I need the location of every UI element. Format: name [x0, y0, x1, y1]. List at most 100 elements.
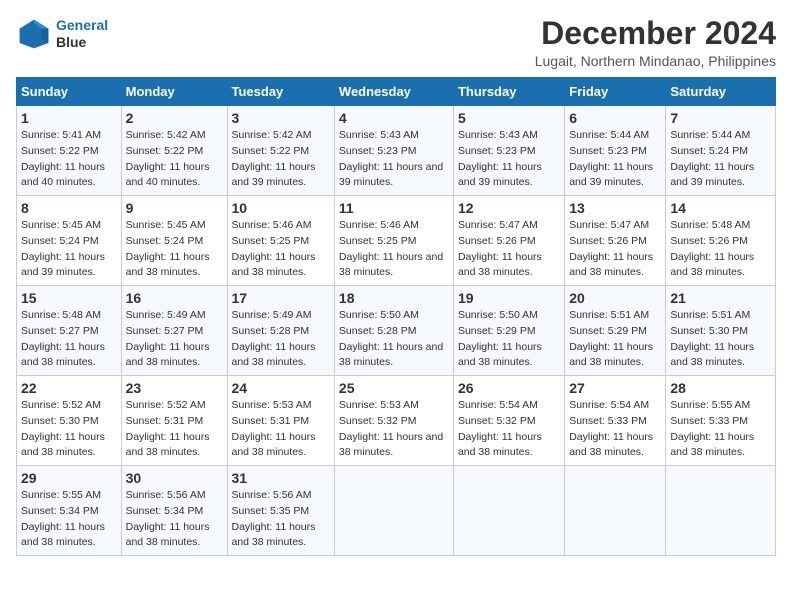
calendar-cell: 28 Sunrise: 5:55 AMSunset: 5:33 PMDaylig… [666, 376, 776, 466]
weekday-header: Tuesday [227, 78, 334, 106]
calendar-cell: 14 Sunrise: 5:48 AMSunset: 5:26 PMDaylig… [666, 196, 776, 286]
day-number: 31 [232, 470, 330, 486]
weekday-header: Friday [565, 78, 666, 106]
day-info: Sunrise: 5:52 AMSunset: 5:31 PMDaylight:… [126, 398, 223, 461]
day-number: 18 [339, 290, 449, 306]
day-number: 28 [670, 380, 771, 396]
day-number: 20 [569, 290, 661, 306]
day-info: Sunrise: 5:54 AMSunset: 5:33 PMDaylight:… [569, 398, 661, 461]
calendar-table: SundayMondayTuesdayWednesdayThursdayFrid… [16, 77, 776, 556]
calendar-cell: 12 Sunrise: 5:47 AMSunset: 5:26 PMDaylig… [453, 196, 564, 286]
day-info: Sunrise: 5:49 AMSunset: 5:27 PMDaylight:… [126, 308, 223, 371]
calendar-week-row: 29 Sunrise: 5:55 AMSunset: 5:34 PMDaylig… [17, 466, 776, 556]
day-number: 29 [21, 470, 117, 486]
day-number: 1 [21, 110, 117, 126]
calendar-cell: 17 Sunrise: 5:49 AMSunset: 5:28 PMDaylig… [227, 286, 334, 376]
day-info: Sunrise: 5:55 AMSunset: 5:33 PMDaylight:… [670, 398, 771, 461]
calendar-cell: 16 Sunrise: 5:49 AMSunset: 5:27 PMDaylig… [121, 286, 227, 376]
day-info: Sunrise: 5:51 AMSunset: 5:29 PMDaylight:… [569, 308, 661, 371]
day-number: 25 [339, 380, 449, 396]
logo-text: General Blue [56, 17, 108, 51]
day-number: 24 [232, 380, 330, 396]
calendar-cell: 23 Sunrise: 5:52 AMSunset: 5:31 PMDaylig… [121, 376, 227, 466]
day-info: Sunrise: 5:47 AMSunset: 5:26 PMDaylight:… [569, 218, 661, 281]
page-header: General Blue December 2024 Lugait, North… [16, 16, 776, 69]
day-number: 2 [126, 110, 223, 126]
calendar-cell: 29 Sunrise: 5:55 AMSunset: 5:34 PMDaylig… [17, 466, 122, 556]
calendar-cell [666, 466, 776, 556]
day-number: 4 [339, 110, 449, 126]
calendar-cell: 13 Sunrise: 5:47 AMSunset: 5:26 PMDaylig… [565, 196, 666, 286]
calendar-week-row: 8 Sunrise: 5:45 AMSunset: 5:24 PMDayligh… [17, 196, 776, 286]
calendar-week-row: 15 Sunrise: 5:48 AMSunset: 5:27 PMDaylig… [17, 286, 776, 376]
calendar-cell: 7 Sunrise: 5:44 AMSunset: 5:24 PMDayligh… [666, 106, 776, 196]
day-number: 17 [232, 290, 330, 306]
weekday-header: Saturday [666, 78, 776, 106]
day-number: 27 [569, 380, 661, 396]
weekday-header: Thursday [453, 78, 564, 106]
day-number: 26 [458, 380, 560, 396]
day-info: Sunrise: 5:43 AMSunset: 5:23 PMDaylight:… [339, 128, 449, 191]
day-number: 10 [232, 200, 330, 216]
day-info: Sunrise: 5:41 AMSunset: 5:22 PMDaylight:… [21, 128, 117, 191]
logo-icon [16, 16, 52, 52]
day-info: Sunrise: 5:54 AMSunset: 5:32 PMDaylight:… [458, 398, 560, 461]
calendar-week-row: 22 Sunrise: 5:52 AMSunset: 5:30 PMDaylig… [17, 376, 776, 466]
weekday-header: Wednesday [334, 78, 453, 106]
day-number: 5 [458, 110, 560, 126]
calendar-cell: 18 Sunrise: 5:50 AMSunset: 5:28 PMDaylig… [334, 286, 453, 376]
day-info: Sunrise: 5:55 AMSunset: 5:34 PMDaylight:… [21, 488, 117, 551]
calendar-cell: 3 Sunrise: 5:42 AMSunset: 5:22 PMDayligh… [227, 106, 334, 196]
day-info: Sunrise: 5:56 AMSunset: 5:35 PMDaylight:… [232, 488, 330, 551]
day-number: 9 [126, 200, 223, 216]
day-number: 21 [670, 290, 771, 306]
day-info: Sunrise: 5:56 AMSunset: 5:34 PMDaylight:… [126, 488, 223, 551]
day-info: Sunrise: 5:49 AMSunset: 5:28 PMDaylight:… [232, 308, 330, 371]
day-info: Sunrise: 5:48 AMSunset: 5:26 PMDaylight:… [670, 218, 771, 281]
day-info: Sunrise: 5:47 AMSunset: 5:26 PMDaylight:… [458, 218, 560, 281]
day-info: Sunrise: 5:43 AMSunset: 5:23 PMDaylight:… [458, 128, 560, 191]
calendar-cell: 5 Sunrise: 5:43 AMSunset: 5:23 PMDayligh… [453, 106, 564, 196]
day-info: Sunrise: 5:50 AMSunset: 5:28 PMDaylight:… [339, 308, 449, 371]
day-info: Sunrise: 5:53 AMSunset: 5:31 PMDaylight:… [232, 398, 330, 461]
day-info: Sunrise: 5:46 AMSunset: 5:25 PMDaylight:… [339, 218, 449, 281]
day-number: 12 [458, 200, 560, 216]
day-number: 3 [232, 110, 330, 126]
calendar-cell: 6 Sunrise: 5:44 AMSunset: 5:23 PMDayligh… [565, 106, 666, 196]
subtitle: Lugait, Northern Mindanao, Philippines [535, 53, 776, 69]
calendar-cell: 2 Sunrise: 5:42 AMSunset: 5:22 PMDayligh… [121, 106, 227, 196]
calendar-cell: 24 Sunrise: 5:53 AMSunset: 5:31 PMDaylig… [227, 376, 334, 466]
calendar-cell: 19 Sunrise: 5:50 AMSunset: 5:29 PMDaylig… [453, 286, 564, 376]
day-info: Sunrise: 5:44 AMSunset: 5:24 PMDaylight:… [670, 128, 771, 191]
calendar-cell: 15 Sunrise: 5:48 AMSunset: 5:27 PMDaylig… [17, 286, 122, 376]
day-info: Sunrise: 5:42 AMSunset: 5:22 PMDaylight:… [126, 128, 223, 191]
calendar-cell: 11 Sunrise: 5:46 AMSunset: 5:25 PMDaylig… [334, 196, 453, 286]
calendar-cell: 20 Sunrise: 5:51 AMSunset: 5:29 PMDaylig… [565, 286, 666, 376]
day-number: 14 [670, 200, 771, 216]
day-number: 8 [21, 200, 117, 216]
calendar-cell: 10 Sunrise: 5:46 AMSunset: 5:25 PMDaylig… [227, 196, 334, 286]
day-number: 11 [339, 200, 449, 216]
day-info: Sunrise: 5:50 AMSunset: 5:29 PMDaylight:… [458, 308, 560, 371]
day-number: 6 [569, 110, 661, 126]
title-section: December 2024 Lugait, Northern Mindanao,… [535, 16, 776, 69]
day-number: 30 [126, 470, 223, 486]
day-info: Sunrise: 5:42 AMSunset: 5:22 PMDaylight:… [232, 128, 330, 191]
calendar-week-row: 1 Sunrise: 5:41 AMSunset: 5:22 PMDayligh… [17, 106, 776, 196]
day-info: Sunrise: 5:44 AMSunset: 5:23 PMDaylight:… [569, 128, 661, 191]
weekday-header: Sunday [17, 78, 122, 106]
logo: General Blue [16, 16, 108, 52]
calendar-cell: 4 Sunrise: 5:43 AMSunset: 5:23 PMDayligh… [334, 106, 453, 196]
header-row: SundayMondayTuesdayWednesdayThursdayFrid… [17, 78, 776, 106]
calendar-cell: 31 Sunrise: 5:56 AMSunset: 5:35 PMDaylig… [227, 466, 334, 556]
calendar-cell: 30 Sunrise: 5:56 AMSunset: 5:34 PMDaylig… [121, 466, 227, 556]
calendar-cell: 8 Sunrise: 5:45 AMSunset: 5:24 PMDayligh… [17, 196, 122, 286]
calendar-cell: 9 Sunrise: 5:45 AMSunset: 5:24 PMDayligh… [121, 196, 227, 286]
calendar-cell: 25 Sunrise: 5:53 AMSunset: 5:32 PMDaylig… [334, 376, 453, 466]
day-number: 23 [126, 380, 223, 396]
day-number: 13 [569, 200, 661, 216]
day-info: Sunrise: 5:53 AMSunset: 5:32 PMDaylight:… [339, 398, 449, 461]
day-number: 22 [21, 380, 117, 396]
day-info: Sunrise: 5:52 AMSunset: 5:30 PMDaylight:… [21, 398, 117, 461]
weekday-header: Monday [121, 78, 227, 106]
